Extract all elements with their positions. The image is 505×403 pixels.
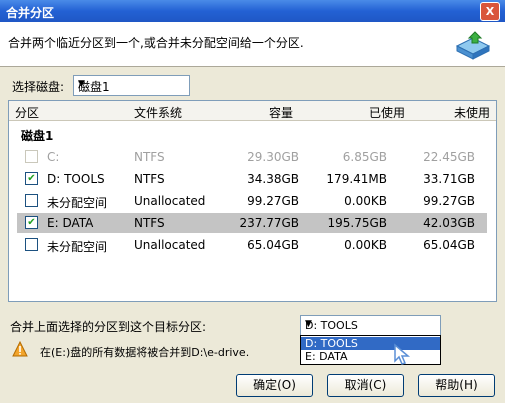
merge-target-label: 合并上面选择的分区到这个目标分区:: [10, 320, 207, 334]
column-header-filesystem[interactable]: 文件系统: [134, 104, 182, 121]
free-space: 22.45GB: [423, 150, 475, 164]
partition-checkbox[interactable]: [25, 194, 38, 207]
partition-name: D: TOOLS: [47, 172, 105, 186]
used-space: 0.00KB: [344, 194, 387, 208]
filesystem: Unallocated: [134, 238, 206, 252]
capacity: 34.38GB: [247, 172, 299, 186]
used-space: 6.85GB: [342, 150, 387, 164]
partition-name: C:: [47, 150, 60, 164]
table-row[interactable]: C: NTFS 29.30GB 6.85GB 22.45GB: [17, 147, 487, 167]
table-row[interactable]: ✔ E: DATA NTFS 237.77GB 195.75GB 42.03GB: [17, 213, 487, 233]
partition-checkbox: [25, 150, 38, 163]
mouse-cursor-icon: [394, 343, 411, 365]
capacity: 65.04GB: [247, 238, 299, 252]
target-partition-dropdown: D: TOOLS E: DATA: [300, 335, 441, 365]
table-row[interactable]: 未分配空间 Unallocated 99.27GB 0.00KB 99.27GB: [17, 191, 487, 211]
merge-partition-icon: [455, 31, 491, 60]
close-button[interactable]: X: [480, 2, 500, 21]
partition-checkbox[interactable]: ✔: [25, 216, 38, 229]
table-header: 分区 文件系统 容量 已使用 未使用: [9, 101, 496, 121]
filesystem: NTFS: [134, 150, 165, 164]
column-header-partition[interactable]: 分区: [15, 104, 39, 121]
disk-group-label: 磁盘1: [21, 129, 54, 143]
help-button[interactable]: 帮助(H): [418, 374, 495, 397]
column-header-capacity[interactable]: 容量: [269, 104, 293, 121]
filesystem: Unallocated: [134, 194, 206, 208]
capacity: 237.77GB: [239, 216, 299, 230]
used-space: 0.00KB: [344, 238, 387, 252]
table-row[interactable]: 未分配空间 Unallocated 65.04GB 0.00KB 65.04GB: [17, 235, 487, 255]
title-bar: 合并分区 X: [0, 0, 505, 22]
disk-select[interactable]: 磁盘1 ▼: [73, 75, 190, 96]
dropdown-option[interactable]: E: DATA: [301, 350, 440, 363]
dropdown-option[interactable]: D: TOOLS: [301, 337, 440, 350]
used-space: 179.41MB: [326, 172, 387, 186]
partition-name: 未分配空间: [47, 196, 108, 210]
column-header-used[interactable]: 已使用: [369, 104, 405, 121]
partition-checkbox[interactable]: ✔: [25, 172, 38, 185]
partition-table: 分区 文件系统 容量 已使用 未使用 磁盘1 C: NTFS 29.30GB 6.85…: [8, 100, 497, 302]
window-title: 合并分区: [6, 6, 55, 20]
used-space: 195.75GB: [327, 216, 387, 230]
header-description: 合并两个临近分区到一个,或合并未分配空间给一个分区.: [8, 36, 304, 50]
chevron-down-icon: ▼: [305, 319, 312, 329]
warning-text: 在(E:)盘的所有数据将被合并到D:\e-drive.: [40, 346, 250, 359]
partition-name: 未分配空间: [47, 240, 108, 254]
target-partition-select[interactable]: D: TOOLS ▼: [300, 315, 441, 336]
disk-select-label: 选择磁盘:: [12, 80, 65, 94]
partition-name: E: DATA: [47, 216, 94, 230]
free-space: 65.04GB: [423, 238, 475, 252]
partition-checkbox[interactable]: [25, 238, 38, 251]
filesystem: NTFS: [134, 216, 165, 230]
table-row[interactable]: ✔ D: TOOLS NTFS 34.38GB 179.41MB 33.71GB: [17, 169, 487, 189]
chevron-down-icon: ▼: [78, 79, 85, 89]
capacity: 99.27GB: [247, 194, 299, 208]
cancel-button[interactable]: 取消(C): [327, 374, 404, 397]
header-panel: 合并两个临近分区到一个,或合并未分配空间给一个分区.: [0, 22, 505, 67]
free-space: 42.03GB: [423, 216, 475, 230]
ok-button[interactable]: 确定(O): [236, 374, 313, 397]
free-space: 99.27GB: [423, 194, 475, 208]
free-space: 33.71GB: [423, 172, 475, 186]
column-header-free[interactable]: 未使用: [454, 104, 490, 121]
capacity: 29.30GB: [247, 150, 299, 164]
warning-icon: [12, 341, 28, 357]
filesystem: NTFS: [134, 172, 165, 186]
